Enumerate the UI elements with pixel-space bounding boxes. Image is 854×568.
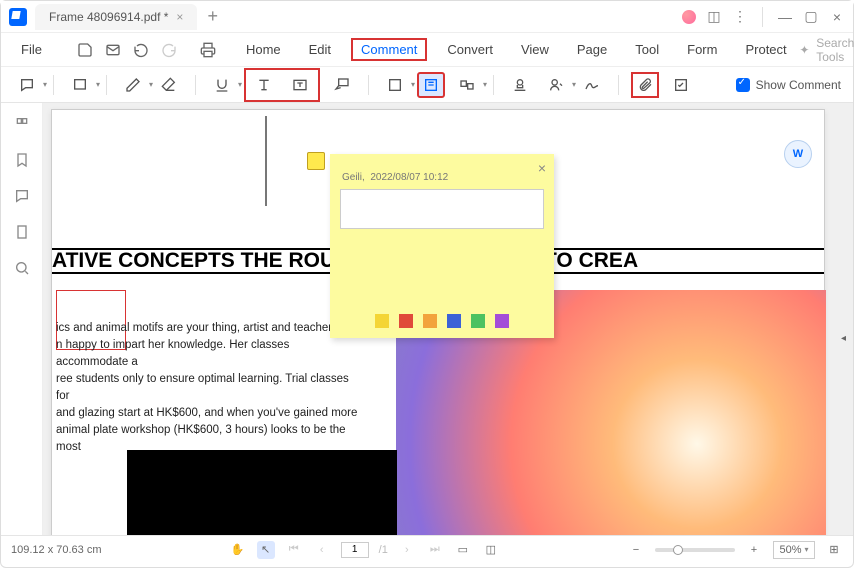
search-tools[interactable]: ✦ Search Tools	[799, 36, 854, 64]
convert-word-icon[interactable]: W	[784, 140, 812, 168]
sticky-textarea[interactable]	[340, 189, 544, 229]
close-window-icon[interactable]: ×	[829, 9, 845, 25]
zoom-slider[interactable]	[655, 548, 735, 552]
fit-page-icon[interactable]: ◫	[482, 541, 500, 559]
show-comment-toggle[interactable]: Show Comment	[736, 78, 841, 92]
callout-tool[interactable]	[328, 72, 356, 98]
draw-sign-tool[interactable]	[578, 72, 606, 98]
workspace: ▸ W ATIVE CONCEPTS THE ROU CEPTS THE ROU…	[1, 103, 853, 535]
tab-page[interactable]: Page	[569, 38, 615, 61]
document-page: W ATIVE CONCEPTS THE ROU CEPTS THE ROUTE…	[51, 109, 825, 535]
sticky-note-popup[interactable]: × Geili, 2022/08/07 10:12	[330, 154, 554, 338]
fit-full-icon[interactable]: ⊞	[825, 541, 843, 559]
comment-toolbar: Show Comment	[1, 67, 853, 103]
prev-page-icon[interactable]: ‹	[313, 541, 331, 559]
text-box-tool[interactable]	[286, 72, 314, 98]
tab-view[interactable]: View	[513, 38, 557, 61]
eraser-tool[interactable]	[155, 72, 183, 98]
sticky-meta: Geili, 2022/08/07 10:12	[342, 172, 542, 183]
zoom-out-icon[interactable]: −	[627, 541, 645, 559]
color-red[interactable]	[399, 314, 413, 328]
stamp-tool[interactable]	[506, 72, 534, 98]
new-tab-button[interactable]: +	[197, 2, 228, 31]
notification-icon[interactable]: ◫	[706, 9, 722, 25]
inset-image	[127, 450, 397, 535]
body-paragraph: ics and animal motifs are your thing, ar…	[56, 320, 360, 456]
sticky-close-icon[interactable]: ×	[538, 160, 546, 176]
tab-edit[interactable]: Edit	[301, 38, 339, 61]
sticky-note-tool[interactable]	[417, 72, 445, 98]
tab-label: Frame 48096914.pdf *	[49, 10, 168, 24]
menu-dots-icon[interactable]: ⋮	[732, 9, 748, 25]
tab-tool[interactable]: Tool	[627, 38, 667, 61]
tab-protect[interactable]: Protect	[737, 38, 794, 61]
select-tool-icon[interactable]: ↖	[257, 541, 275, 559]
color-purple[interactable]	[495, 314, 509, 328]
undo-icon[interactable]	[132, 41, 150, 59]
comment-list-tool[interactable]	[667, 72, 695, 98]
zoom-in-icon[interactable]: +	[745, 541, 763, 559]
color-green[interactable]	[471, 314, 485, 328]
comments-panel-icon[interactable]	[13, 187, 31, 205]
first-page-icon[interactable]: ⏮	[285, 541, 303, 559]
maximize-icon[interactable]: ▢	[803, 9, 819, 25]
next-arrow[interactable]: ◂	[841, 333, 851, 347]
tab-form[interactable]: Form	[679, 38, 725, 61]
file-menu[interactable]: File	[9, 38, 54, 61]
print-icon[interactable]	[200, 41, 216, 59]
close-tab-icon[interactable]: ×	[176, 10, 183, 24]
sticky-color-picker	[375, 314, 509, 328]
attachment-tool[interactable]	[631, 72, 659, 98]
checkbox-checked-icon	[736, 78, 750, 92]
document-tabs: Frame 48096914.pdf * × +	[35, 2, 682, 31]
left-panel	[1, 103, 43, 535]
page-total: /1	[379, 544, 388, 556]
thumbnails-icon[interactable]	[13, 115, 31, 133]
show-comment-label: Show Comment	[756, 78, 841, 92]
minimize-icon[interactable]: —	[777, 9, 793, 25]
zoom-thumb[interactable]	[673, 545, 683, 555]
text-tools-highlight	[244, 68, 320, 102]
menubar: File Home Edit Comment Convert View Page…	[1, 33, 853, 67]
titlebar: Frame 48096914.pdf * × + ◫ ⋮ — ▢ ×	[1, 1, 853, 33]
zoom-dropdown[interactable]: 50%	[773, 541, 815, 559]
color-yellow[interactable]	[375, 314, 389, 328]
color-blue[interactable]	[447, 314, 461, 328]
attachments-panel-icon[interactable]	[13, 223, 31, 241]
shape-tool[interactable]	[381, 72, 409, 98]
tab-comment[interactable]: Comment	[351, 38, 427, 61]
page-number-input[interactable]	[341, 542, 369, 558]
underline-tool[interactable]	[208, 72, 236, 98]
fit-width-icon[interactable]: ▭	[454, 541, 472, 559]
document-tab[interactable]: Frame 48096914.pdf * ×	[35, 4, 197, 30]
tab-convert[interactable]: Convert	[439, 38, 501, 61]
color-orange[interactable]	[423, 314, 437, 328]
area-tool[interactable]	[453, 72, 481, 98]
note-marker-icon[interactable]	[307, 152, 325, 170]
last-page-icon[interactable]: ⏭	[426, 541, 444, 559]
search-placeholder: Search Tools	[816, 36, 854, 64]
save-icon[interactable]	[76, 41, 94, 59]
search-panel-icon[interactable]	[13, 259, 31, 277]
mail-icon[interactable]	[104, 41, 122, 59]
bookmark-icon[interactable]	[13, 151, 31, 169]
page-divider	[265, 116, 267, 206]
typewriter-tool[interactable]	[250, 72, 278, 98]
pencil-tool[interactable]	[119, 72, 147, 98]
next-page-icon[interactable]: ›	[398, 541, 416, 559]
page-dimensions: 109.12 x 70.63 cm	[11, 544, 102, 556]
window-controls: ◫ ⋮ — ▢ ×	[682, 7, 845, 27]
statusbar: 109.12 x 70.63 cm ✋ ↖ ⏮ ‹ /1 › ⏭ ▭ ◫ − +…	[1, 535, 853, 563]
redo-icon[interactable]	[160, 41, 178, 59]
document-canvas[interactable]: W ATIVE CONCEPTS THE ROU CEPTS THE ROUTE…	[43, 103, 853, 535]
app-logo-icon	[9, 8, 27, 26]
sparkle-icon: ✦	[799, 41, 811, 59]
hand-tool-icon[interactable]: ✋	[229, 541, 247, 559]
note-tool[interactable]	[13, 72, 41, 98]
tab-home[interactable]: Home	[238, 38, 289, 61]
highlight-tool[interactable]	[66, 72, 94, 98]
main-tabs: Home Edit Comment Convert View Page Tool…	[238, 38, 795, 61]
signature-tool[interactable]	[542, 72, 570, 98]
profile-icon[interactable]	[682, 10, 696, 24]
